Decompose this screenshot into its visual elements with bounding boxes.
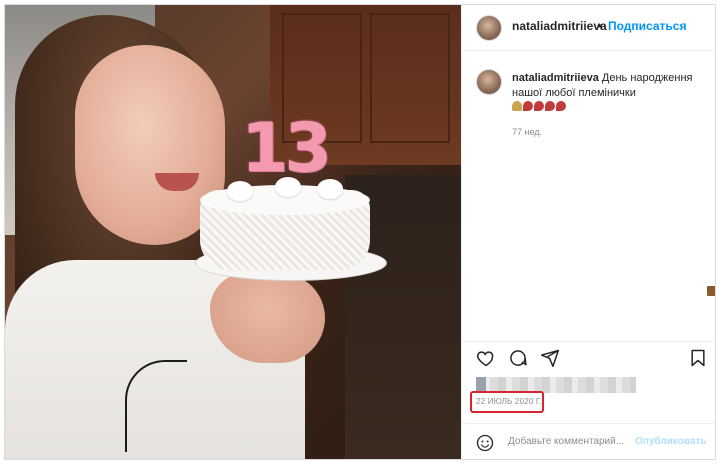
emoji-icon[interactable]	[476, 434, 494, 452]
rose-emoji-icon	[545, 101, 555, 112]
instagram-post: 13 nataliadmitriieva • Подписаться natal…	[4, 4, 716, 460]
comment-icon[interactable]	[508, 348, 528, 368]
post-side-panel: nataliadmitriieva • Подписаться nataliad…	[461, 5, 715, 459]
tree-emoji-icon	[512, 101, 522, 112]
caption-text: nataliadmitriieva День народження нашої …	[512, 71, 708, 101]
rose-emoji-icon	[556, 101, 566, 112]
avatar[interactable]	[476, 69, 502, 95]
share-icon[interactable]	[540, 348, 560, 368]
caption-username[interactable]: nataliadmitriieva	[512, 72, 599, 84]
post-date[interactable]: 22 ИЮЛЬ 2020 Г.	[476, 397, 542, 406]
cake-emoji-icon	[707, 286, 715, 296]
shirt-print	[125, 360, 187, 452]
post-comment-button[interactable]: Опубликовать	[635, 436, 706, 447]
header-separator: •	[598, 19, 603, 33]
follow-button[interactable]: Подписаться	[608, 19, 686, 33]
avatar[interactable]	[476, 15, 502, 41]
post-photo[interactable]: 13	[5, 5, 461, 459]
caption-timestamp[interactable]: 77 нед.	[512, 127, 542, 137]
comment-bar: Опубликовать	[462, 423, 715, 459]
comment-input[interactable]	[508, 436, 632, 447]
rose-emoji-icon	[523, 101, 533, 112]
caption-emojis	[512, 101, 715, 296]
number-candle: 13	[241, 109, 332, 188]
heart-icon[interactable]	[476, 348, 496, 368]
action-bar	[462, 341, 715, 371]
header-username[interactable]: nataliadmitriieva	[512, 19, 607, 33]
caption-block: nataliadmitriieva День народження нашої …	[462, 51, 715, 341]
rose-emoji-icon	[534, 101, 544, 112]
bookmark-icon[interactable]	[688, 348, 708, 368]
post-header: nataliadmitriieva • Подписаться	[462, 5, 715, 51]
